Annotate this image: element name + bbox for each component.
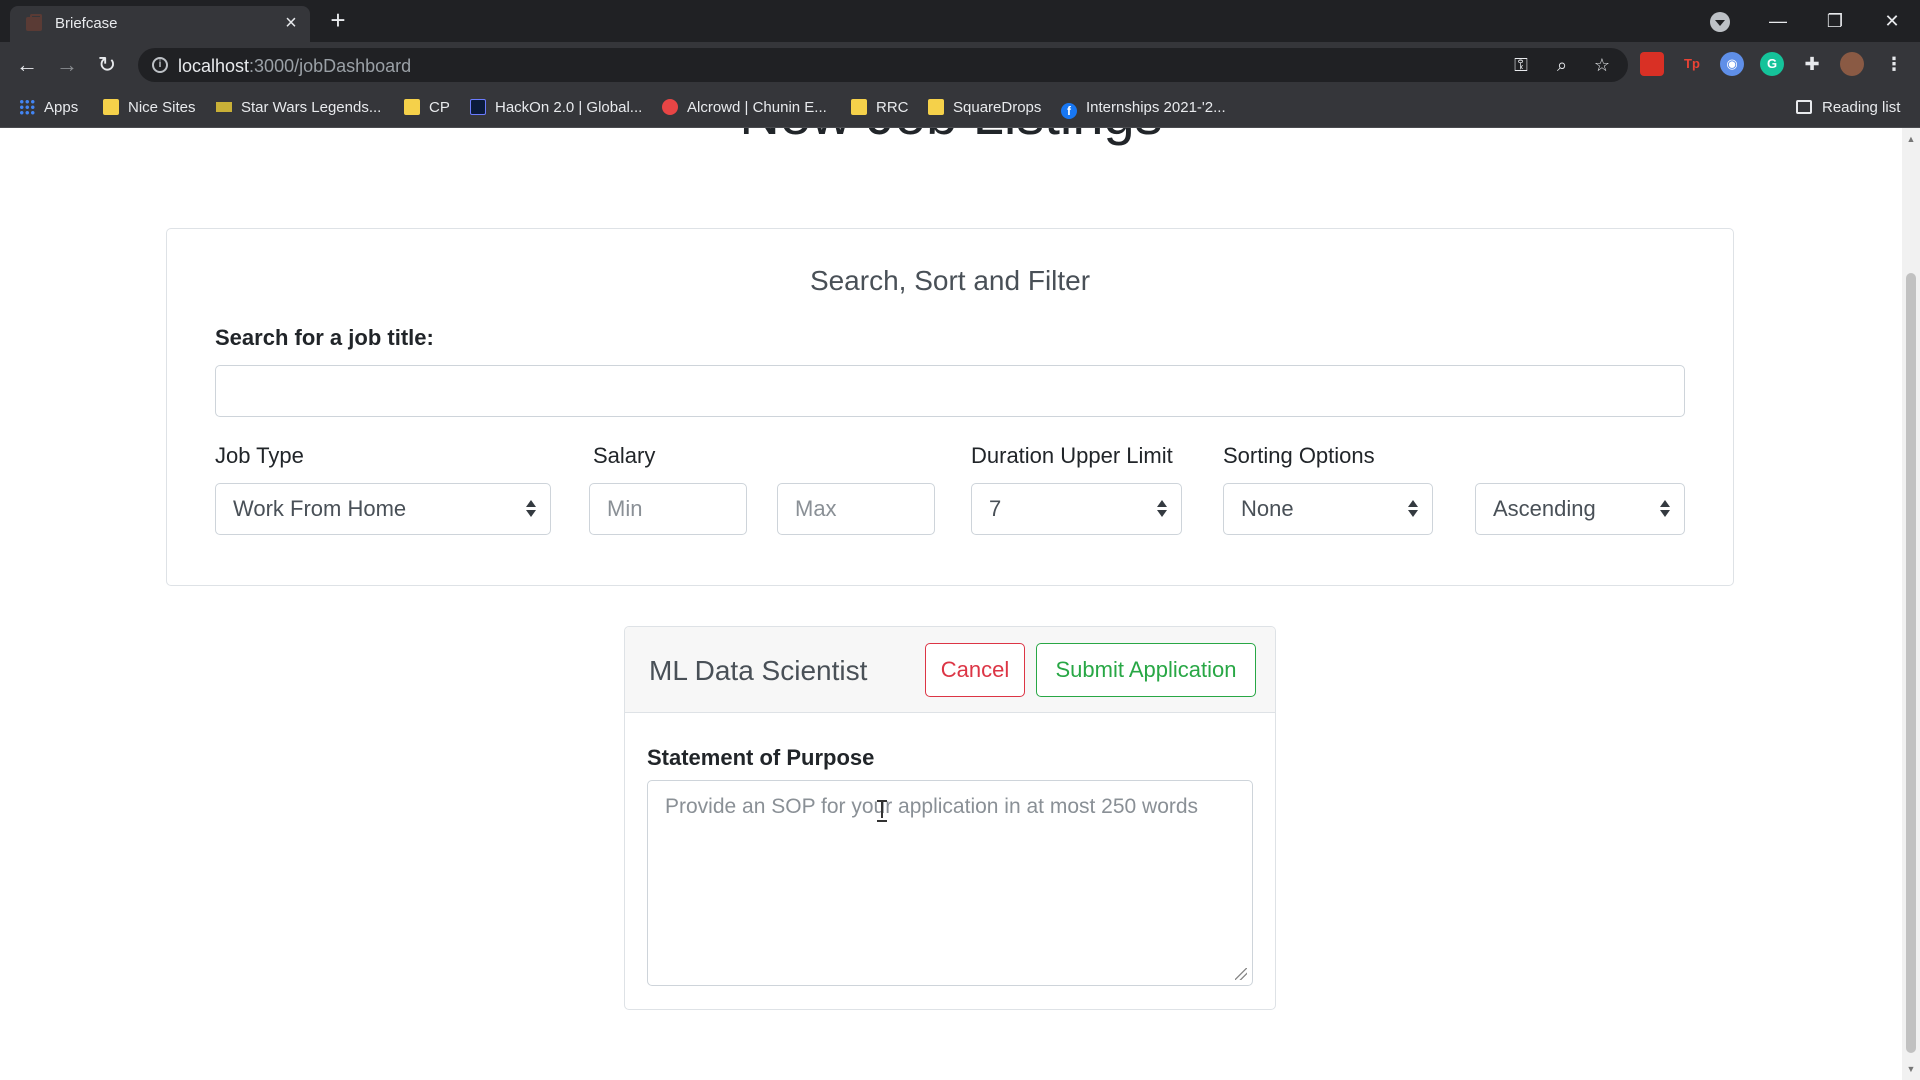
select-arrows-icon <box>1408 500 1418 518</box>
facebook-icon: f <box>1061 103 1077 119</box>
select-arrows-icon <box>1157 500 1167 518</box>
bookmark-cp[interactable]: CP <box>404 97 450 119</box>
bookmark-star-wars[interactable]: Star Wars Legends... <box>216 97 381 119</box>
job-type-value: Work From Home <box>233 496 407 521</box>
scroll-down-icon[interactable]: ▼ <box>1906 1064 1916 1074</box>
sorting-select[interactable]: None <box>1223 483 1433 535</box>
scroll-up-icon[interactable]: ▲ <box>1906 134 1916 144</box>
job-type-label: Job Type <box>215 443 304 468</box>
key-icon[interactable]: ⚿ <box>1510 54 1532 76</box>
scrollbar-thumb[interactable] <box>1906 273 1916 1053</box>
page-viewport: New Job Listings Search, Sort and Filter… <box>0 128 1902 1080</box>
forward-arrow-icon[interactable]: → <box>52 50 82 80</box>
text-cursor-icon <box>877 800 887 822</box>
restore-button[interactable]: ❐ <box>1815 6 1855 36</box>
back-arrow-icon[interactable]: ← <box>12 50 42 80</box>
close-tab-icon[interactable]: × <box>280 12 302 34</box>
salary-max-input[interactable] <box>777 483 935 535</box>
reading-list-icon <box>1796 100 1812 114</box>
bookmark-nice-sites[interactable]: Nice Sites <box>103 97 196 119</box>
address-bar[interactable]: i localhost:3000/jobDashboard ⚿ ⌕ ☆ <box>138 48 1628 82</box>
extensions-puzzle-icon[interactable]: ✚ <box>1800 52 1824 76</box>
extension-circle-icon[interactable]: ◉ <box>1720 52 1744 76</box>
salary-label: Salary <box>593 443 656 468</box>
sop-label: Statement of Purpose <box>647 745 875 770</box>
new-tab-button[interactable]: + <box>325 7 351 33</box>
filter-card-title: Search, Sort and Filter <box>809 265 1091 296</box>
tab-title: Briefcase <box>55 15 118 32</box>
sorting-value: None <box>1241 496 1294 521</box>
folder-icon <box>928 99 944 115</box>
extension-icon[interactable] <box>1640 52 1664 76</box>
sort-order-select[interactable]: Ascending <box>1475 483 1685 535</box>
sop-textarea[interactable] <box>647 780 1253 986</box>
resize-grip-icon[interactable] <box>1235 968 1247 980</box>
filter-card: Search, Sort and Filter Search for a job… <box>166 228 1734 586</box>
sorting-label: Sorting Options <box>1223 443 1375 468</box>
search-label: Search for a job title: <box>215 325 434 350</box>
tab-search-icon[interactable] <box>1710 12 1730 32</box>
job-title: ML Data Scientist <box>649 655 868 686</box>
duration-select[interactable]: 7 <box>971 483 1182 535</box>
minimize-button[interactable]: — <box>1758 6 1798 36</box>
application-card-header: ML Data Scientist Cancel Submit Applicat… <box>625 627 1275 713</box>
info-icon[interactable]: i <box>152 57 168 73</box>
browser-tab[interactable]: Briefcase × <box>10 6 310 42</box>
folder-icon <box>404 99 420 115</box>
bookmark-squaredrops[interactable]: SquareDrops <box>928 97 1041 119</box>
apps-grid-icon <box>19 99 35 115</box>
avatar[interactable] <box>1840 52 1864 76</box>
bookmark-apps[interactable]: Apps <box>19 97 78 119</box>
browser-tab-strip: Briefcase × + — ❐ ✕ <box>0 0 1920 42</box>
url-text: localhost:3000/jobDashboard <box>178 56 412 76</box>
browser-toolbar: ← → ↻ i localhost:3000/jobDashboard ⚿ ⌕ … <box>0 42 1920 88</box>
cancel-button[interactable]: Cancel <box>925 643 1025 697</box>
submit-application-button[interactable]: Submit Application <box>1036 643 1256 697</box>
extension-tp-icon[interactable]: Tp <box>1680 52 1704 76</box>
application-card: ML Data Scientist Cancel Submit Applicat… <box>624 626 1276 1010</box>
bookmark-star-icon[interactable]: ☆ <box>1591 54 1613 76</box>
bookmarks-bar: Apps Nice Sites Star Wars Legends... CP … <box>0 88 1920 128</box>
reading-list-button[interactable]: Reading list <box>1796 97 1900 119</box>
job-type-select[interactable]: Work From Home <box>215 483 551 535</box>
bookmark-internships[interactable]: f Internships 2021-'2... <box>1061 97 1226 119</box>
menu-kebab-icon[interactable]: ⋮ <box>1882 52 1906 76</box>
duration-label: Duration Upper Limit <box>971 443 1173 468</box>
select-arrows-icon <box>526 500 536 518</box>
bookmark-rrc[interactable]: RRC <box>851 97 909 119</box>
job-title-search-input[interactable] <box>215 365 1685 417</box>
sort-order-value: Ascending <box>1493 496 1596 521</box>
page-title: New Job Listings <box>0 128 1902 148</box>
aicrowd-icon <box>662 99 678 115</box>
folder-icon <box>851 99 867 115</box>
hackon-icon <box>470 99 486 115</box>
folder-icon <box>103 99 119 115</box>
grammarly-icon[interactable]: G <box>1760 52 1784 76</box>
salary-min-input[interactable] <box>589 483 747 535</box>
zoom-icon[interactable]: ⌕ <box>1551 54 1573 76</box>
bookmark-aicrowd[interactable]: Alcrowd | Chunin E... <box>662 97 827 119</box>
briefcase-icon <box>26 14 42 31</box>
select-arrows-icon <box>1660 500 1670 518</box>
star-wars-icon <box>216 102 232 112</box>
bookmark-hackon[interactable]: HackOn 2.0 | Global... <box>470 97 642 119</box>
close-window-button[interactable]: ✕ <box>1872 6 1912 36</box>
page-scrollbar[interactable]: ▲ ▼ <box>1902 128 1920 1080</box>
reload-icon[interactable]: ↻ <box>92 50 122 80</box>
duration-value: 7 <box>989 496 1002 521</box>
